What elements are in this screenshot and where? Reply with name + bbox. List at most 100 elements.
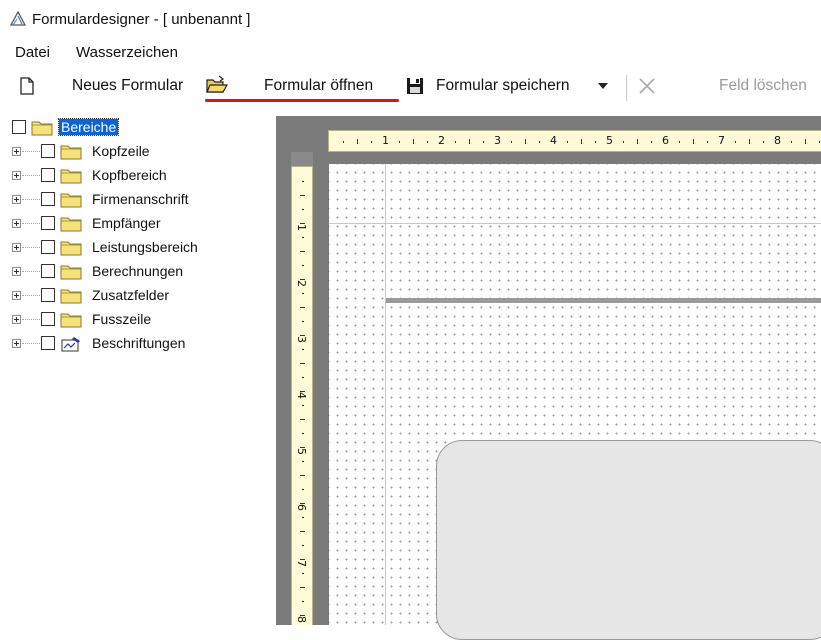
open-folder-icon[interactable] <box>205 75 229 95</box>
ruler-v-number: 4 <box>295 392 308 399</box>
ruler-tick <box>302 573 304 574</box>
close-icon[interactable] <box>637 76 657 96</box>
ruler-tick <box>300 419 305 420</box>
save-disk-icon[interactable] <box>405 76 425 96</box>
menu-datei[interactable]: Datei <box>15 44 50 61</box>
expand-plus-icon[interactable] <box>12 339 21 348</box>
rounded-frame-field[interactable] <box>436 440 821 640</box>
section-divider-thick <box>386 298 821 303</box>
tree-checkbox[interactable] <box>41 312 55 326</box>
ruler-tick <box>455 141 456 143</box>
ruler-tick <box>791 141 792 143</box>
labels-edit-icon <box>61 337 80 352</box>
section-divider <box>329 223 821 224</box>
tree-item-leistungsbereich[interactable]: Leistungsbereich <box>0 238 240 260</box>
ruler-tick <box>567 141 568 143</box>
ruler-tick <box>581 139 582 144</box>
ruler-tick <box>302 293 304 294</box>
ruler-tick <box>637 139 638 144</box>
ruler-tick <box>735 141 736 143</box>
ruler-tick <box>805 139 806 144</box>
tree-item-zusatzfelder[interactable]: Zusatzfelder <box>0 286 240 308</box>
ruler-tick <box>749 139 750 144</box>
expand-plus-icon[interactable] <box>12 291 21 300</box>
ruler-tick <box>399 141 400 143</box>
ruler-tick <box>357 139 358 144</box>
folder-icon <box>60 145 82 160</box>
tree-checkbox[interactable] <box>41 288 55 302</box>
ruler-tick <box>300 587 305 588</box>
tree-item-fusszeile[interactable]: Fusszeile <box>0 310 240 332</box>
ruler-tick <box>300 559 305 560</box>
ruler-tick <box>300 447 305 448</box>
menu-wasserzeichen[interactable]: Wasserzeichen <box>76 44 178 61</box>
folder-icon <box>31 121 53 136</box>
open-form-button[interactable]: Formular öffnen <box>264 74 373 98</box>
expand-plus-icon[interactable] <box>12 219 21 228</box>
tree-connector <box>22 319 40 320</box>
tree-item-label: Beschriftungen <box>92 335 186 351</box>
ruler-tick <box>300 391 305 392</box>
tree-checkbox[interactable] <box>41 336 55 350</box>
ruler-v-number: 3 <box>295 336 308 343</box>
delete-field-label: Feld löschen <box>719 77 807 94</box>
ruler-corner <box>291 152 313 166</box>
ruler-tick <box>300 531 305 532</box>
toolbar-separator <box>626 75 627 101</box>
tree-item-beschriftungen[interactable]: Beschriftungen <box>0 334 240 356</box>
ruler-tick <box>302 265 304 266</box>
ruler-tick <box>300 475 305 476</box>
tree-checkbox[interactable] <box>41 192 55 206</box>
tree-item-kopfbereich[interactable]: Kopfbereich <box>0 166 240 188</box>
chevron-down-icon[interactable] <box>596 79 610 93</box>
ruler-tick <box>302 405 304 406</box>
tree-checkbox[interactable] <box>41 168 55 182</box>
expand-plus-icon[interactable] <box>12 171 21 180</box>
tree-item-label: Zusatzfelder <box>92 287 170 303</box>
tree-item-label: Kopfzeile <box>92 143 150 159</box>
expand-plus-icon[interactable] <box>12 147 21 156</box>
tree-checkbox[interactable] <box>41 240 55 254</box>
tree-item-firmenanschrift[interactable]: Firmenanschrift <box>0 190 240 212</box>
ruler-tick <box>302 181 304 182</box>
ruler-tick <box>343 141 344 143</box>
tree-checkbox[interactable] <box>41 264 55 278</box>
app-triangle-icon <box>10 11 26 26</box>
ruler-tick <box>300 251 305 252</box>
ruler-tick <box>300 223 305 224</box>
ruler-tick <box>302 433 304 434</box>
tree-item-berechnungen[interactable]: Berechnungen <box>0 262 240 284</box>
folder-icon <box>60 313 82 328</box>
tree-checkbox[interactable] <box>12 120 26 134</box>
delete-field-button[interactable]: Feld löschen <box>719 74 807 98</box>
ruler-tick <box>300 195 305 196</box>
margin-line <box>385 164 386 625</box>
tree-item-label: Leistungsbereich <box>92 239 198 255</box>
ruler-tick <box>302 601 304 602</box>
ruler-tick <box>302 209 304 210</box>
ruler-tick <box>525 139 526 144</box>
new-form-button[interactable]: Neues Formular <box>72 74 183 98</box>
folder-icon <box>60 265 82 280</box>
save-form-button[interactable]: Formular speichern <box>436 74 570 98</box>
ruler-h-number: 7 <box>718 134 725 147</box>
open-form-label: Formular öffnen <box>264 77 374 94</box>
tree-checkbox[interactable] <box>41 144 55 158</box>
ruler-tick <box>302 517 304 518</box>
tree-checkbox[interactable] <box>41 216 55 230</box>
ruler-v-number: 7 <box>295 560 308 567</box>
ruler-tick <box>300 279 305 280</box>
tree-root-bereiche[interactable]: Bereiche <box>0 118 200 140</box>
tree-connector <box>22 343 40 344</box>
tree-item-kopfzeile[interactable]: Kopfzeile <box>0 142 240 164</box>
tree-connector <box>22 223 40 224</box>
tree-item-label: Kopfbereich <box>92 167 167 183</box>
expand-plus-icon[interactable] <box>12 243 21 252</box>
new-document-icon[interactable] <box>17 76 37 96</box>
tree-item-empfänger[interactable]: Empfänger <box>0 214 240 236</box>
expand-plus-icon[interactable] <box>12 315 21 324</box>
tree-connector <box>22 271 40 272</box>
expand-plus-icon[interactable] <box>12 267 21 276</box>
tree-item-label: Fusszeile <box>92 311 152 327</box>
expand-plus-icon[interactable] <box>12 195 21 204</box>
